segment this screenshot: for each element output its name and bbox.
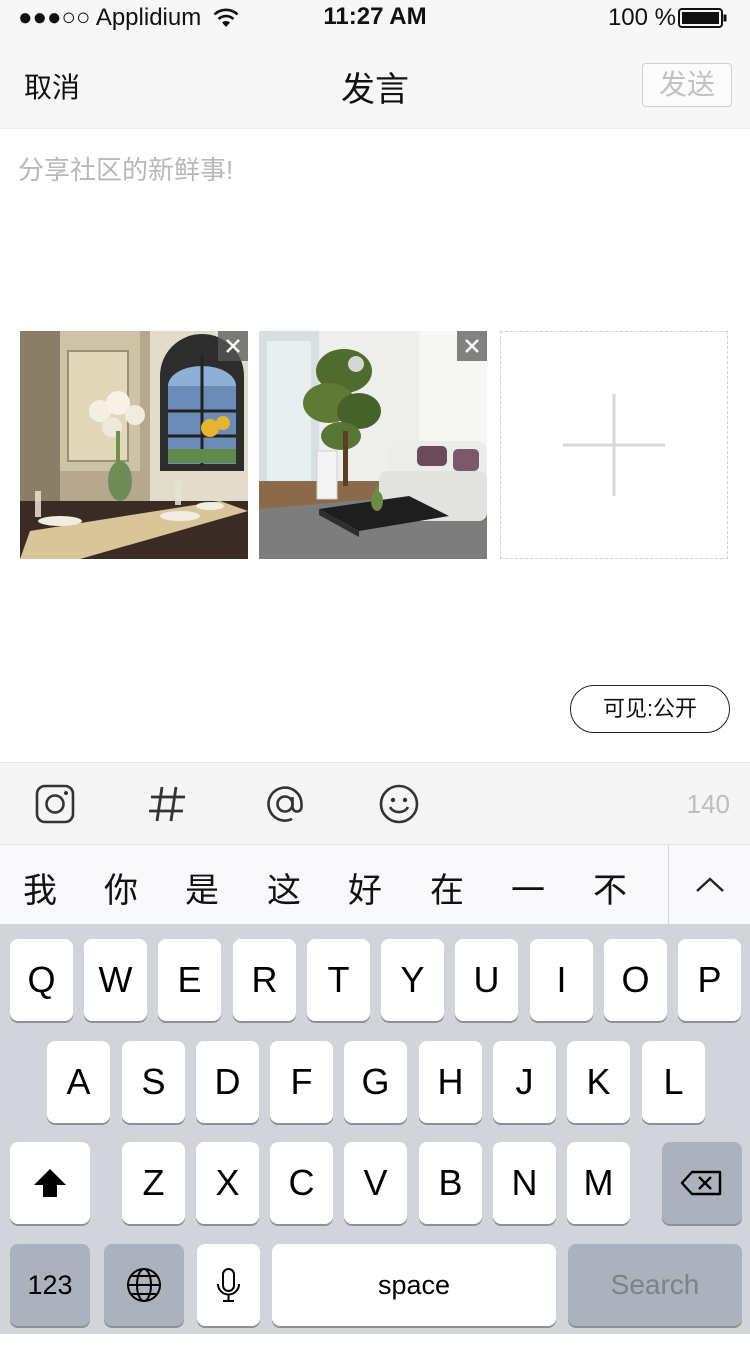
living-room-image — [259, 331, 487, 559]
hashtag-icon[interactable] — [144, 781, 190, 827]
key-z[interactable]: Z — [122, 1142, 185, 1224]
post-text-input[interactable] — [18, 150, 732, 310]
battery-percentage: 100 % — [607, 4, 676, 31]
chevron-up-icon — [696, 877, 724, 892]
page-title: 发言 — [341, 71, 409, 109]
candidate-item[interactable]: 你 — [91, 863, 151, 912]
shift-key[interactable] — [10, 1142, 90, 1224]
search-key[interactable]: Search — [568, 1244, 742, 1326]
key-i[interactable]: I — [530, 939, 593, 1021]
visibility-selector[interactable]: 可见:公开 — [570, 685, 730, 733]
space-key[interactable]: space — [272, 1244, 556, 1326]
candidate-item[interactable]: 好 — [335, 863, 395, 912]
plus-icon — [563, 394, 665, 496]
close-icon — [465, 339, 479, 353]
key-y[interactable]: Y — [381, 939, 444, 1021]
key-q[interactable]: Q — [10, 939, 73, 1021]
key-b[interactable]: B — [419, 1142, 482, 1224]
compose-toolbar: 140 — [0, 762, 750, 845]
at-icon[interactable] — [262, 781, 308, 827]
key-h[interactable]: H — [419, 1041, 482, 1123]
key-v[interactable]: V — [344, 1142, 407, 1224]
close-icon — [226, 339, 240, 353]
key-k[interactable]: K — [567, 1041, 630, 1123]
key-s[interactable]: S — [122, 1041, 185, 1123]
dining-room-image — [20, 331, 248, 559]
photo-thumbnail-living-room[interactable] — [259, 331, 487, 559]
key-j[interactable]: J — [493, 1041, 556, 1123]
candidate-bar: 我 你 是 这 好 在 一 不 — [0, 844, 750, 925]
keyboard: Q W E R T Y U I O P A S D F G H J K L Z … — [0, 924, 750, 1334]
smiley-icon[interactable] — [376, 781, 422, 827]
key-w[interactable]: W — [84, 939, 147, 1021]
candidate-item[interactable]: 是 — [172, 863, 232, 912]
numbers-key[interactable]: 123 — [10, 1244, 90, 1326]
candidate-item[interactable]: 我 — [10, 863, 70, 912]
add-photo-button[interactable] — [500, 331, 728, 559]
microphone-icon — [217, 1268, 240, 1302]
shift-icon — [34, 1169, 66, 1197]
key-u[interactable]: U — [455, 939, 518, 1021]
key-m[interactable]: M — [567, 1142, 630, 1224]
key-d[interactable]: D — [196, 1041, 259, 1123]
globe-key[interactable] — [104, 1244, 184, 1326]
instagram-icon[interactable] — [32, 781, 78, 827]
key-x[interactable]: X — [196, 1142, 259, 1224]
candidate-item[interactable]: 这 — [254, 863, 314, 912]
key-n[interactable]: N — [493, 1142, 556, 1224]
candidate-item[interactable]: 不 — [580, 863, 640, 912]
expand-candidates-button[interactable] — [669, 845, 750, 925]
globe-icon — [127, 1268, 161, 1302]
battery-icon — [678, 8, 727, 28]
dictation-key[interactable] — [197, 1244, 260, 1326]
photo-thumbnail-dining-room[interactable] — [20, 331, 248, 559]
key-g[interactable]: G — [344, 1041, 407, 1123]
remove-photo-button[interactable] — [457, 331, 487, 361]
character-count: 140 — [686, 789, 730, 819]
key-l[interactable]: L — [642, 1041, 705, 1123]
remove-photo-button[interactable] — [218, 331, 248, 361]
status-bar: ●●●○○ Applidium 11:27 AM 100 % — [0, 0, 750, 40]
key-p[interactable]: P — [678, 939, 741, 1021]
key-f[interactable]: F — [270, 1041, 333, 1123]
key-t[interactable]: T — [307, 939, 370, 1021]
key-r[interactable]: R — [233, 939, 296, 1021]
key-o[interactable]: O — [604, 939, 667, 1021]
delete-key[interactable] — [662, 1142, 742, 1224]
backspace-icon — [680, 1170, 722, 1196]
key-c[interactable]: C — [270, 1142, 333, 1224]
send-button[interactable]: 发送 — [642, 63, 732, 107]
key-a[interactable]: A — [47, 1041, 110, 1123]
candidate-item[interactable]: 在 — [417, 863, 477, 912]
key-e[interactable]: E — [158, 939, 221, 1021]
candidate-item[interactable]: 一 — [498, 863, 558, 912]
navigation-bar: 取消 发言 发送 — [0, 40, 750, 129]
